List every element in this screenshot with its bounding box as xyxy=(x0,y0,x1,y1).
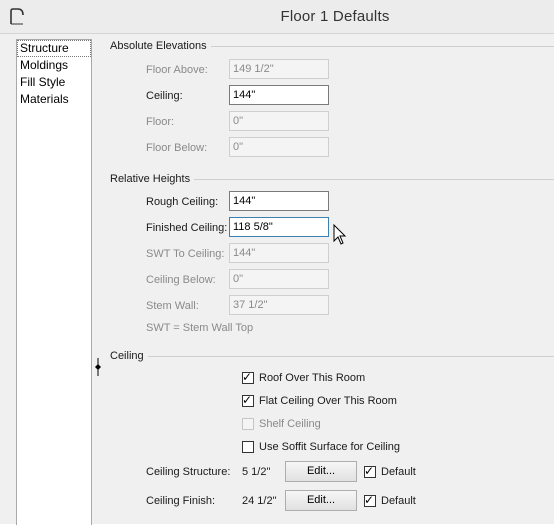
ceiling-structure-value: 5 1/2" xyxy=(242,466,271,478)
checkbox-box[interactable] xyxy=(242,441,254,453)
nav-item-moldings[interactable]: Moldings xyxy=(17,57,91,74)
floor-above-field: 149 1/2" xyxy=(229,59,329,79)
finished-ceiling-field[interactable]: 118 5/8" xyxy=(229,217,329,237)
floor-below-field: 0" xyxy=(229,137,329,157)
check-icon: ✓ xyxy=(242,370,253,384)
check-icon: ✓ xyxy=(364,493,375,507)
checkbox-box[interactable]: ✓ xyxy=(364,493,376,507)
check-icon: ✓ xyxy=(242,393,253,407)
stem-wall-field: 37 1/2" xyxy=(229,295,329,315)
rough-ceiling-label: Rough Ceiling: xyxy=(146,196,219,208)
swt-note: SWT = Stem Wall Top xyxy=(146,322,254,334)
checkbox-box xyxy=(242,418,254,430)
soffit-surface-label: Use Soffit Surface for Ceiling xyxy=(259,441,401,453)
flat-ceiling-checkbox[interactable]: ✓ Flat Ceiling Over This Room xyxy=(242,393,397,408)
ceiling-finish-default-checkbox[interactable]: ✓ Default xyxy=(364,493,416,508)
checkbox-box[interactable]: ✓ xyxy=(242,393,254,407)
section-divider xyxy=(211,46,554,47)
window-title: Floor 1 Defaults xyxy=(280,8,390,25)
ceiling-finish-value: 24 1/2" xyxy=(242,495,277,507)
ceiling-finish-edit-button[interactable]: Edit... xyxy=(285,490,357,511)
swt-to-ceiling-label: SWT To Ceiling: xyxy=(146,248,225,260)
finished-ceiling-label: Finished Ceiling: xyxy=(146,222,228,234)
section-divider xyxy=(194,179,554,180)
roof-over-room-label: Roof Over This Room xyxy=(259,372,366,384)
ceiling-section-title: Ceiling xyxy=(110,350,144,362)
mouse-cursor-icon xyxy=(333,224,347,245)
checkbox-box[interactable]: ✓ xyxy=(242,370,254,384)
floor-above-label: Floor Above: xyxy=(146,64,208,76)
ceiling-below-field: 0" xyxy=(229,269,329,289)
nav-item-fill-style[interactable]: Fill Style xyxy=(17,74,91,91)
ceiling-below-label: Ceiling Below: xyxy=(146,274,216,286)
title-bar: Floor 1 Defaults xyxy=(0,0,554,34)
nav-item-materials[interactable]: Materials xyxy=(17,91,91,108)
roof-over-room-checkbox[interactable]: ✓ Roof Over This Room xyxy=(242,370,366,385)
absolute-elevations-title: Absolute Elevations xyxy=(110,40,207,52)
soffit-surface-checkbox[interactable]: Use Soffit Surface for Ceiling xyxy=(242,440,400,454)
section-divider xyxy=(148,356,554,357)
relative-heights-title: Relative Heights xyxy=(110,173,191,185)
flat-ceiling-label: Flat Ceiling Over This Room xyxy=(259,395,397,407)
shelf-ceiling-label: Shelf Ceiling xyxy=(259,418,321,430)
splitter-handle-icon[interactable] xyxy=(95,358,101,376)
swt-to-ceiling-field: 144" xyxy=(229,243,329,263)
floor-below-label: Floor Below: xyxy=(146,142,208,154)
rough-ceiling-field[interactable]: 144" xyxy=(229,191,329,211)
ceiling-structure-default-label: Default xyxy=(381,466,416,478)
ceiling-finish-default-label: Default xyxy=(381,495,416,507)
floor-label: Floor: xyxy=(146,116,175,128)
ceiling-structure-edit-button[interactable]: Edit... xyxy=(285,461,357,482)
stem-wall-label: Stem Wall: xyxy=(146,300,199,312)
check-icon: ✓ xyxy=(364,464,375,478)
ceiling-label: Ceiling: xyxy=(146,90,183,102)
category-list[interactable]: Structure Moldings Fill Style Materials xyxy=(16,39,92,525)
ceiling-structure-label: Ceiling Structure: xyxy=(146,466,231,478)
checkbox-box[interactable]: ✓ xyxy=(364,464,376,478)
ceiling-finish-label: Ceiling Finish: xyxy=(146,495,216,507)
shelf-ceiling-checkbox: Shelf Ceiling xyxy=(242,417,321,431)
ceiling-structure-default-checkbox[interactable]: ✓ Default xyxy=(364,464,416,479)
nav-item-structure[interactable]: Structure xyxy=(17,40,91,57)
floor-field: 0" xyxy=(229,111,329,131)
ceiling-field[interactable]: 144" xyxy=(229,85,329,105)
